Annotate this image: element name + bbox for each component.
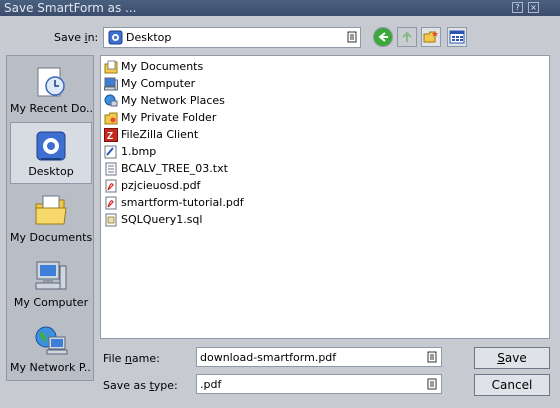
save-as-type-dropdown[interactable]: .pdf bbox=[196, 374, 442, 394]
file-name-field[interactable]: download-smartform.pdf bbox=[196, 347, 442, 367]
place-my-computer[interactable]: My Computer bbox=[10, 252, 92, 314]
window-title: Save SmartForm as ... bbox=[4, 1, 137, 15]
file-name-label: File name: bbox=[103, 352, 160, 365]
file-name: SQLQuery1.sql bbox=[121, 213, 203, 226]
desktop-icon bbox=[108, 30, 123, 45]
list-item[interactable]: My Private Folder bbox=[104, 109, 216, 126]
file-name: smartform-tutorial.pdf bbox=[121, 196, 244, 209]
sql-file-icon bbox=[105, 213, 117, 226]
file-name: My Documents bbox=[121, 60, 204, 73]
file-name: FileZilla Client bbox=[121, 128, 199, 141]
list-item[interactable]: pzjcieuosd.pdf bbox=[104, 177, 200, 194]
list-item[interactable]: SQLQuery1.sql bbox=[104, 211, 202, 228]
my-computer-icon bbox=[35, 261, 67, 290]
title-bar: Save SmartForm as ... ? × bbox=[0, 0, 560, 16]
list-item[interactable]: My Documents bbox=[104, 58, 203, 75]
place-label: My Recent Do... bbox=[10, 102, 92, 115]
text-file-icon bbox=[105, 162, 117, 175]
list-item[interactable]: BCALV_TREE_03.txt bbox=[104, 160, 228, 177]
help-button[interactable]: ? bbox=[512, 2, 523, 13]
file-name: BCALV_TREE_03.txt bbox=[121, 162, 228, 175]
file-name: pzjcieuosd.pdf bbox=[121, 179, 201, 192]
desktop-icon bbox=[36, 131, 66, 161]
place-desktop[interactable]: Desktop bbox=[10, 122, 92, 184]
list-item[interactable]: 1.bmp bbox=[104, 143, 156, 160]
save-as-type-value: .pdf bbox=[200, 378, 222, 391]
place-label: My Computer bbox=[13, 296, 89, 309]
save-button[interactable]: Save bbox=[474, 347, 550, 369]
close-button[interactable]: × bbox=[528, 2, 539, 13]
dropdown-arrow-icon[interactable] bbox=[427, 378, 437, 390]
place-recent-documents[interactable]: My Recent Do... bbox=[10, 58, 92, 120]
save-in-value: Desktop bbox=[126, 31, 172, 44]
file-name-value: download-smartform.pdf bbox=[200, 351, 337, 364]
up-arrow-icon bbox=[402, 31, 412, 42]
back-button[interactable] bbox=[373, 27, 393, 47]
view-menu-button[interactable] bbox=[447, 27, 467, 47]
place-my-documents[interactable]: My Documents bbox=[10, 187, 92, 249]
file-list[interactable]: My Documents My Computer My Network Plac… bbox=[100, 55, 550, 339]
my-documents-icon bbox=[35, 195, 67, 225]
file-name: My Computer bbox=[121, 77, 196, 90]
file-name: 1.bmp bbox=[121, 145, 157, 158]
pdf-icon bbox=[105, 196, 117, 209]
network-icon bbox=[104, 94, 118, 106]
list-item[interactable]: smartform-tutorial.pdf bbox=[104, 194, 244, 211]
svg-text:Z: Z bbox=[107, 131, 113, 142]
dropdown-arrow-icon[interactable] bbox=[347, 31, 357, 43]
cancel-button[interactable]: Cancel bbox=[474, 374, 550, 396]
save-as-type-label: Save as type: bbox=[103, 379, 178, 392]
list-item[interactable]: My Network Places bbox=[104, 92, 225, 109]
place-label: My Documents bbox=[10, 231, 92, 244]
bitmap-icon bbox=[104, 145, 117, 158]
new-folder-button[interactable] bbox=[421, 27, 441, 47]
up-folder-button[interactable] bbox=[397, 27, 417, 47]
dropdown-arrow-icon[interactable] bbox=[427, 351, 437, 363]
folder-documents-icon bbox=[104, 60, 118, 73]
file-name: My Network Places bbox=[121, 94, 225, 107]
filezilla-icon: Z bbox=[104, 127, 118, 142]
place-label: My Network P... bbox=[10, 361, 92, 374]
file-name: My Private Folder bbox=[121, 111, 217, 124]
pdf-icon bbox=[105, 179, 117, 192]
recent-documents-icon bbox=[37, 67, 65, 97]
list-item[interactable]: Z FileZilla Client bbox=[104, 126, 198, 143]
folder-icon bbox=[104, 112, 118, 124]
list-item[interactable]: My Computer bbox=[104, 75, 195, 92]
computer-icon bbox=[104, 77, 118, 90]
save-in-dropdown[interactable]: Desktop bbox=[103, 27, 361, 48]
place-network[interactable]: My Network P... bbox=[10, 317, 92, 379]
place-label: Desktop bbox=[28, 165, 74, 178]
back-arrow-icon bbox=[378, 32, 388, 42]
places-bar: My Recent Do... Desktop My Documents My … bbox=[6, 55, 94, 381]
view-grid-icon bbox=[449, 30, 465, 44]
save-in-label: Save in: bbox=[54, 31, 99, 44]
network-places-icon bbox=[35, 326, 68, 355]
new-folder-icon bbox=[423, 31, 438, 43]
